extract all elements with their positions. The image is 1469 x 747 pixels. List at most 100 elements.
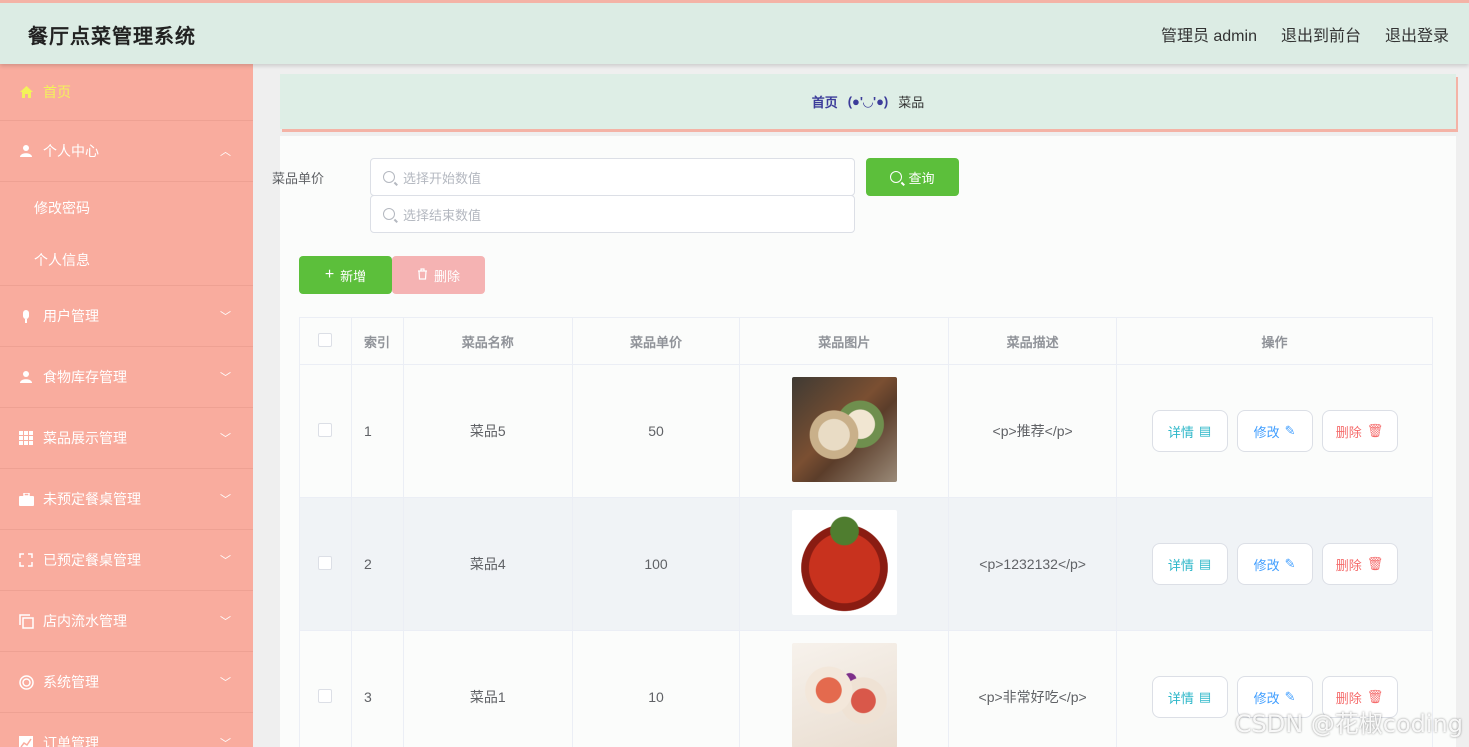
trash-icon: 🗑 bbox=[1366, 556, 1384, 571]
sidebar-item-personal-info[interactable]: 个人信息 bbox=[0, 234, 253, 286]
header-dish-price: 菜品单价 bbox=[571, 317, 741, 365]
select-all-cell bbox=[299, 317, 352, 365]
price-start-input[interactable]: 选择开始数值 bbox=[370, 158, 855, 196]
breadcrumb-separator: (●'◡'●) bbox=[847, 93, 889, 109]
plus-icon: + bbox=[324, 266, 335, 283]
search-icon bbox=[383, 171, 395, 183]
sidebar-item-change-password[interactable]: 修改密码 bbox=[0, 182, 253, 234]
edit-button[interactable]: 修改 ✎ bbox=[1236, 543, 1313, 585]
breadcrumb-current: 菜品 bbox=[898, 95, 925, 110]
search-icon bbox=[890, 171, 903, 183]
sidebar-item-reserved-tables[interactable]: 已预定餐桌管理 ﹀ bbox=[0, 530, 253, 591]
sidebar-item-dish-display[interactable]: 菜品展示管理 ﹀ bbox=[0, 408, 253, 469]
pencil-icon: ✎ bbox=[1284, 556, 1296, 571]
grid-icon bbox=[18, 430, 34, 446]
batch-delete-label: 删除 bbox=[433, 268, 460, 284]
price-end-input[interactable]: 选择结束数值 bbox=[370, 195, 855, 233]
main-content: 首页 (●'◡'●) 菜品 菜品单价 选择开始数值 选择结束数值 查询 + 新增… bbox=[253, 64, 1469, 747]
sidebar-item-unreserved-tables[interactable]: 未预定餐桌管理 ﹀ bbox=[0, 469, 253, 530]
price-start-placeholder: 选择开始数值 bbox=[403, 170, 482, 186]
sidebar-item-label: 店内流水管理 bbox=[43, 613, 127, 629]
document-icon: ▤ bbox=[1198, 423, 1212, 438]
edit-button[interactable]: 修改 ✎ bbox=[1236, 410, 1313, 452]
chevron-down-icon: ﹀ bbox=[220, 494, 231, 506]
delete-label: 删除 bbox=[1335, 557, 1362, 573]
row-dish-price: 10 bbox=[571, 630, 741, 747]
add-button[interactable]: + 新增 bbox=[299, 256, 392, 294]
sidebar-item-label: 个人中心 bbox=[43, 143, 99, 159]
view-label: 详情 bbox=[1167, 424, 1194, 440]
row-dish-price: 50 bbox=[571, 364, 741, 498]
row-dish-desc: <p>推荐</p> bbox=[948, 364, 1118, 498]
row-dish-name: 菜品4 bbox=[402, 497, 573, 631]
sidebar-item-label: 订单管理 bbox=[43, 735, 99, 747]
batch-delete-button[interactable]: 删除 bbox=[392, 256, 485, 294]
chart-icon bbox=[18, 735, 34, 747]
sidebar-item-label: 首页 bbox=[43, 84, 71, 100]
document-icon: ▤ bbox=[1198, 689, 1212, 704]
view-detail-button[interactable]: 详情 ▤ bbox=[1151, 676, 1228, 718]
row-dish-desc: <p>非常好吃</p> bbox=[948, 630, 1118, 747]
query-button-label: 查询 bbox=[908, 170, 935, 186]
chevron-up-icon: ︿ bbox=[220, 146, 231, 158]
chevron-down-icon: ﹀ bbox=[220, 738, 231, 747]
chevron-down-icon: ﹀ bbox=[220, 555, 231, 567]
query-button[interactable]: 查询 bbox=[866, 158, 959, 196]
sidebar-item-store-flow[interactable]: 店内流水管理 ﹀ bbox=[0, 591, 253, 652]
header-dish-desc: 菜品描述 bbox=[948, 317, 1118, 365]
add-button-label: 新增 bbox=[340, 268, 367, 284]
logout-link[interactable]: 退出登录 bbox=[1385, 22, 1449, 46]
breadcrumb-home[interactable]: 首页 bbox=[812, 92, 838, 111]
table-header-row: 索引 菜品名称 菜品单价 菜品图片 菜品描述 操作 bbox=[299, 317, 1433, 365]
search-icon bbox=[383, 208, 395, 220]
price-end-placeholder: 选择结束数值 bbox=[403, 207, 482, 223]
sidebar-item-food-inventory[interactable]: 食物库存管理 ﹀ bbox=[0, 347, 253, 408]
view-detail-button[interactable]: 详情 ▤ bbox=[1151, 410, 1228, 452]
trash-icon: 🗑 bbox=[1366, 423, 1384, 438]
sidebar-item-label: 用户管理 bbox=[43, 308, 99, 324]
chevron-down-icon: ﹀ bbox=[220, 311, 231, 323]
edit-label: 修改 bbox=[1253, 424, 1280, 440]
user-icon bbox=[18, 369, 34, 385]
microphone-icon bbox=[18, 308, 34, 324]
sidebar-item-home[interactable]: 首页 bbox=[0, 64, 253, 121]
trash-icon bbox=[417, 267, 428, 283]
sidebar-item-order-management[interactable]: 订单管理 ﹀ bbox=[0, 713, 253, 747]
sidebar-item-personal-center[interactable]: 个人中心 ︿ bbox=[0, 121, 253, 182]
chevron-down-icon: ﹀ bbox=[220, 433, 231, 445]
document-icon: ▤ bbox=[1198, 556, 1212, 571]
exit-to-frontend-link[interactable]: 退出到前台 bbox=[1281, 22, 1361, 46]
sidebar-item-label: 已预定餐桌管理 bbox=[43, 552, 141, 568]
edit-label: 修改 bbox=[1253, 557, 1280, 573]
row-checkbox[interactable] bbox=[318, 688, 333, 703]
header-index: 索引 bbox=[350, 317, 404, 365]
chevron-down-icon: ﹀ bbox=[220, 677, 231, 689]
settings-ring-icon bbox=[18, 674, 34, 690]
dish-image bbox=[791, 643, 897, 747]
price-filter-label: 菜品单价 bbox=[272, 171, 325, 186]
header-dish-image: 菜品图片 bbox=[739, 317, 950, 365]
chevron-down-icon: ﹀ bbox=[220, 616, 231, 628]
sidebar-item-user-management[interactable]: 用户管理 ﹀ bbox=[0, 286, 253, 347]
pencil-icon: ✎ bbox=[1284, 689, 1296, 704]
row-index: 2 bbox=[350, 497, 404, 631]
fullscreen-icon bbox=[18, 552, 34, 568]
row-checkbox[interactable] bbox=[318, 555, 333, 570]
table-row: 1 菜品5 50 <p>推荐</p> 详情 ▤ 修改 ✎ 删除 🗑 bbox=[299, 364, 1433, 498]
header-actions: 管理员 admin 退出到前台 退出登录 bbox=[1161, 22, 1449, 46]
row-dish-price: 100 bbox=[571, 497, 741, 631]
row-checkbox[interactable] bbox=[318, 422, 333, 437]
breadcrumb: 首页 (●'◡'●) 菜品 bbox=[280, 74, 1456, 129]
delete-button[interactable]: 删除 🗑 bbox=[1321, 410, 1398, 452]
sidebar-item-label: 未预定餐桌管理 bbox=[43, 491, 141, 507]
view-detail-button[interactable]: 详情 ▤ bbox=[1151, 543, 1228, 585]
user-icon bbox=[18, 143, 34, 159]
admin-user-label[interactable]: 管理员 admin bbox=[1161, 22, 1257, 46]
sidebar-item-system-management[interactable]: 系统管理 ﹀ bbox=[0, 652, 253, 713]
app-title: 餐厅点菜管理系统 bbox=[28, 26, 196, 48]
row-dish-name: 菜品1 bbox=[402, 630, 573, 747]
watermark-text: CSDN @花椒coding bbox=[1234, 710, 1463, 738]
delete-button[interactable]: 删除 🗑 bbox=[1321, 543, 1398, 585]
row-dish-name: 菜品5 bbox=[402, 364, 573, 498]
select-all-checkbox[interactable] bbox=[318, 332, 333, 347]
